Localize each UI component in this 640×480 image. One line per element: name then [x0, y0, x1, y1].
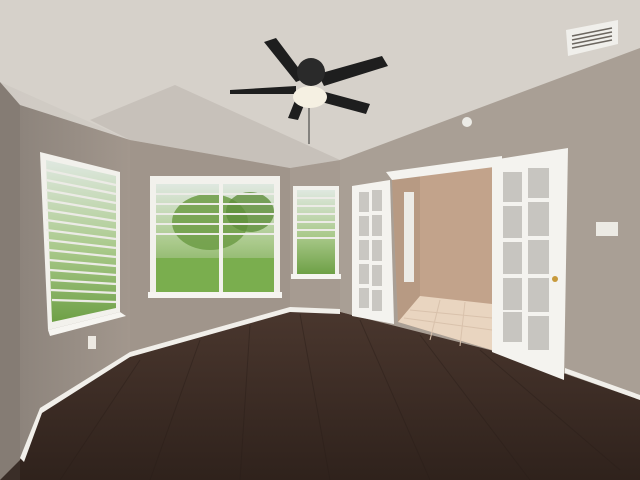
center-window [148, 176, 282, 298]
fan-light-dome [293, 86, 327, 108]
smoke-detector [462, 117, 472, 127]
left-wall [0, 82, 20, 480]
left-french-door [352, 180, 394, 324]
fan-motor [297, 58, 325, 86]
right-french-door [492, 148, 568, 380]
right-bay-window [291, 186, 341, 279]
hallway-opening [386, 156, 502, 350]
room-photo [0, 0, 640, 480]
room-illustration [0, 0, 640, 480]
wall-outlet [88, 336, 96, 349]
left-window [40, 152, 126, 336]
light-switch [596, 222, 618, 236]
